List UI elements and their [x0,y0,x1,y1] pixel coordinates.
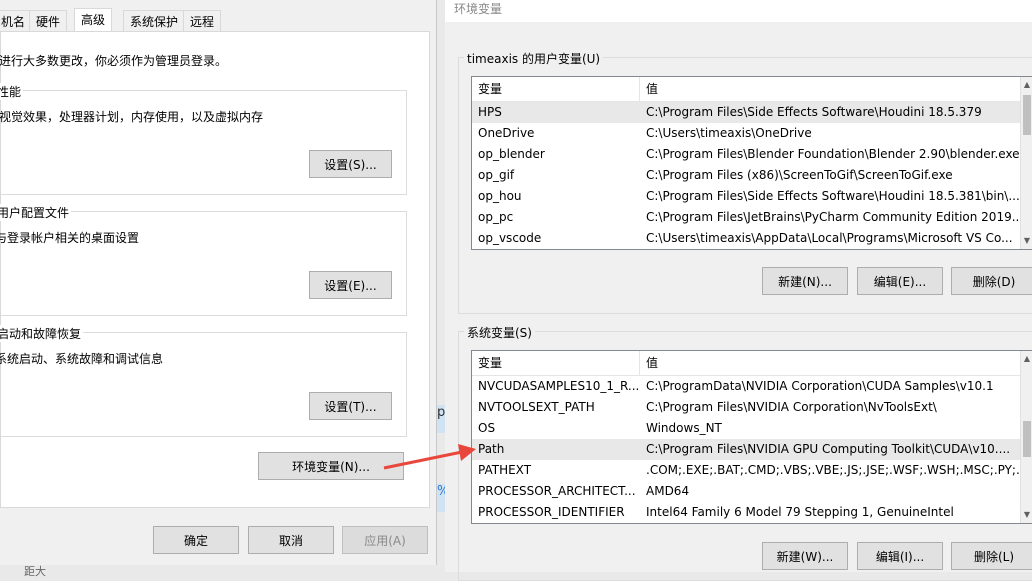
annotation-arrow-icon [383,444,476,470]
